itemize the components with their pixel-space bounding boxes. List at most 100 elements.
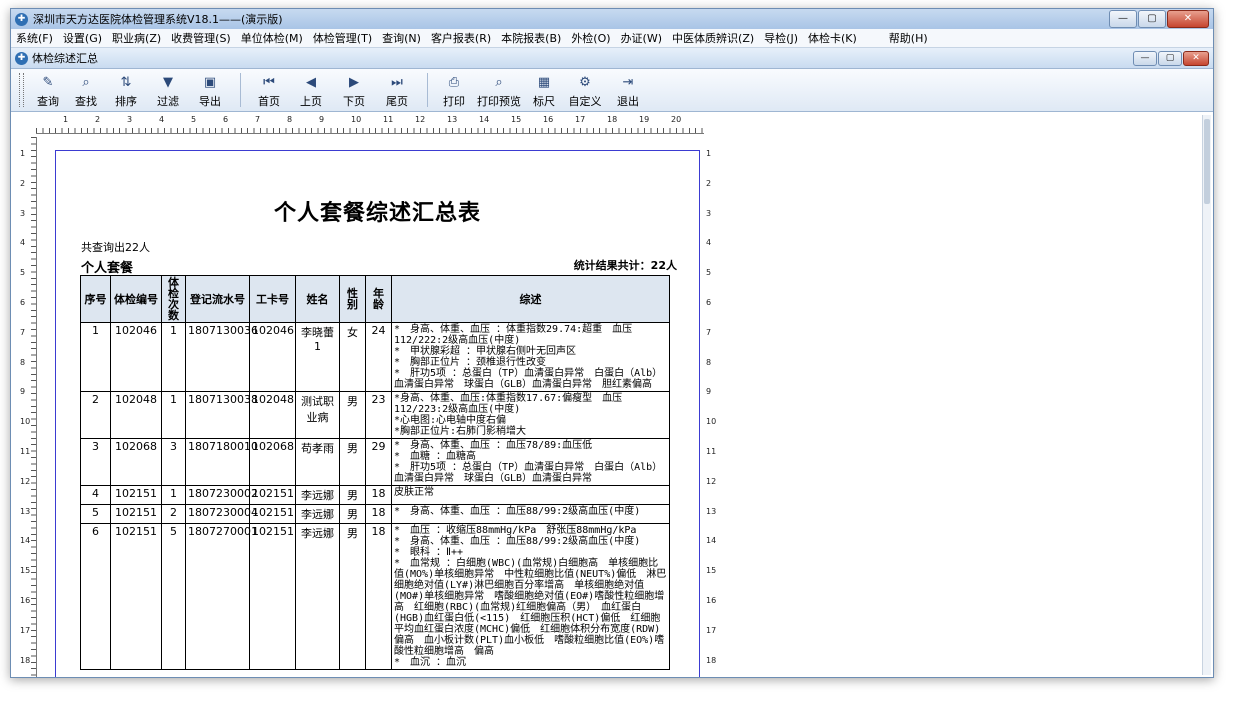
toolbar-button[interactable]: ⏭ 尾页 [377,69,417,109]
doc-minimize-button[interactable]: — [1133,51,1157,66]
menu-item[interactable]: 系统(F) [11,30,58,46]
toolbar-button-label: 上页 [300,95,322,108]
summary-cell: *身高、体重、血压:体重指数17.67:偏瘦型 血压112/223:2级高血压(… [391,391,670,439]
document-title-bar: ✚ 体检综述汇总 — ▢ ✕ [11,48,1213,69]
toolbar-button[interactable]: ✎ 查询 [30,69,66,109]
table-cell: 29 [365,438,392,486]
close-button[interactable]: ✕ [1167,10,1209,28]
ruler-number: 5 [191,115,197,124]
table-cell: 18 [365,523,392,670]
column-header: 工卡号 [249,275,296,323]
exit-icon: ⇥ [622,75,634,90]
menu-item[interactable]: 单位体检(M) [236,30,308,46]
scrollbar-thumb[interactable] [1204,119,1210,204]
table-cell: 102151 [249,504,296,524]
toolbar-button[interactable]: ◀ 上页 [291,69,331,109]
toolbar-button-label: 尾页 [386,95,408,108]
table-cell: 4 [80,485,111,505]
menu-item[interactable]: 体检管理(T) [308,30,377,46]
toolbar-button[interactable]: ▦ 标尺 [526,69,562,109]
ruler-number: 13 [20,506,31,516]
menu-item[interactable]: 客户报表(R) [426,30,496,46]
menu-item[interactable]: 帮助(H) [884,30,933,46]
toolbar-button[interactable]: ⚙ 自定义 [564,69,606,109]
toolbar-button[interactable]: ⇅ 排序 [106,69,146,109]
ruler-number: 17 [706,625,717,635]
table-cell: 1807130038 [185,391,258,439]
toolbar-button-label: 标尺 [533,95,555,108]
toolbar-grip[interactable] [19,73,24,107]
ruler-number: 17 [575,115,586,124]
ruler-number: 6 [706,298,712,307]
menu-item[interactable]: 中医体质辨识(Z) [667,30,759,46]
filter-icon: ▼ [163,75,173,90]
table-cell: 3 [161,438,186,486]
summary-cell: * 身高、体重、血压 ：血压88/99:2级高血压(中度) [391,504,670,524]
menu-item[interactable]: 导检(J) [759,30,803,46]
menu-item[interactable]: 职业病(Z) [107,30,166,46]
ruler-number: 18 [706,655,717,665]
doc-close-button[interactable]: ✕ [1183,51,1209,66]
menu-item[interactable]: 体检卡(K) [803,30,862,46]
menu-item[interactable]: 查询(N) [377,30,426,46]
ruler-number: 11 [706,447,717,456]
table-row: 1 102046 1 1807130036 102046 李晓蕾1 女 24 * 身高、体重、血… [80,322,670,392]
table-cell: 102151 [249,485,296,505]
ruler-number: 4 [706,238,712,248]
menu-item[interactable]: 本院报表(B) [496,30,566,46]
vertical-scrollbar[interactable] [1202,115,1211,675]
query-count: 共查询出22人 [81,241,150,254]
table-cell: 18 [365,485,392,505]
menu-item[interactable]: 收费管理(S) [166,30,236,46]
ruler-number: 13 [706,506,717,516]
next-page-icon: ▶ [349,75,359,90]
toolbar-button[interactable]: ⌕ 打印预览 [474,69,524,109]
app-logo-icon: ✚ [15,12,28,26]
doc-restore-button[interactable]: ▢ [1158,51,1182,66]
ruler-number: 7 [706,327,712,337]
table-cell: 23 [365,391,392,439]
ruler-number: 2 [95,115,101,124]
ruler-number: 6 [20,298,26,307]
menu-item[interactable]: 办证(W) [616,30,667,46]
table-cell: 李晓蕾1 [295,322,340,392]
minimize-button[interactable]: — [1109,10,1137,28]
toolbar-button-label: 首页 [258,95,280,108]
table-cell: 苟孝雨 [295,438,340,486]
ruler-number: 15 [511,115,522,124]
ruler-number: 1 [706,149,712,158]
ruler-number: 12 [20,476,31,486]
menu-item[interactable]: 外检(O) [566,30,615,46]
toolbar-button-label: 下页 [343,95,365,108]
table-cell: 1807130036 [185,322,258,392]
maximize-button[interactable]: ▢ [1138,10,1166,28]
toolbar-button[interactable]: ⇥ 退出 [608,69,648,109]
toolbar-button[interactable]: ▶ 下页 [333,69,375,109]
table-cell: 102151 [110,485,162,505]
column-header: 性别 [339,275,366,323]
table-cell: 102048 [249,391,296,439]
ruler-number: 6 [223,115,229,124]
toolbar-button[interactable]: ⌕ 查找 [68,69,104,109]
toolbar-button-label: 排序 [115,95,137,108]
horizontal-ruler: 1 2 3 4 5 6 7 8 9 10 11 12 13 14 15 16 17 18 19 20 [36,115,704,134]
table-cell: 1807180010 [185,438,258,486]
toolbar-button[interactable]: ⎙ 打印 [436,69,472,109]
ruler-number: 7 [255,115,261,124]
ruler-number: 12 [415,115,426,124]
ruler-number: 10 [20,417,31,427]
menu-item[interactable]: 设置(G) [58,30,107,46]
summary-cell: * 身高、体重、血压 ：血压78/89:血压低 * 血糖 ：血糖高 * 肝功5项… [391,438,670,486]
column-header: 序号 [80,275,111,323]
column-header: 登记流水号 [185,275,250,323]
ruler-number: 12 [706,476,717,486]
column-header: 体检编号 [110,275,162,323]
export-icon: ▣ [203,75,217,90]
toolbar-button[interactable]: ▼ 过滤 [148,69,188,109]
table-cell: 2 [161,504,186,524]
toolbar-button[interactable]: ▣ 导出 [190,69,230,109]
window-title: 深圳市天方达医院体检管理系统V18.1——(演示版) [33,13,283,26]
toolbar-button[interactable]: ⏮ 首页 [249,69,289,109]
customize-icon: ⚙ [579,75,591,90]
table-cell: 男 [339,523,366,670]
